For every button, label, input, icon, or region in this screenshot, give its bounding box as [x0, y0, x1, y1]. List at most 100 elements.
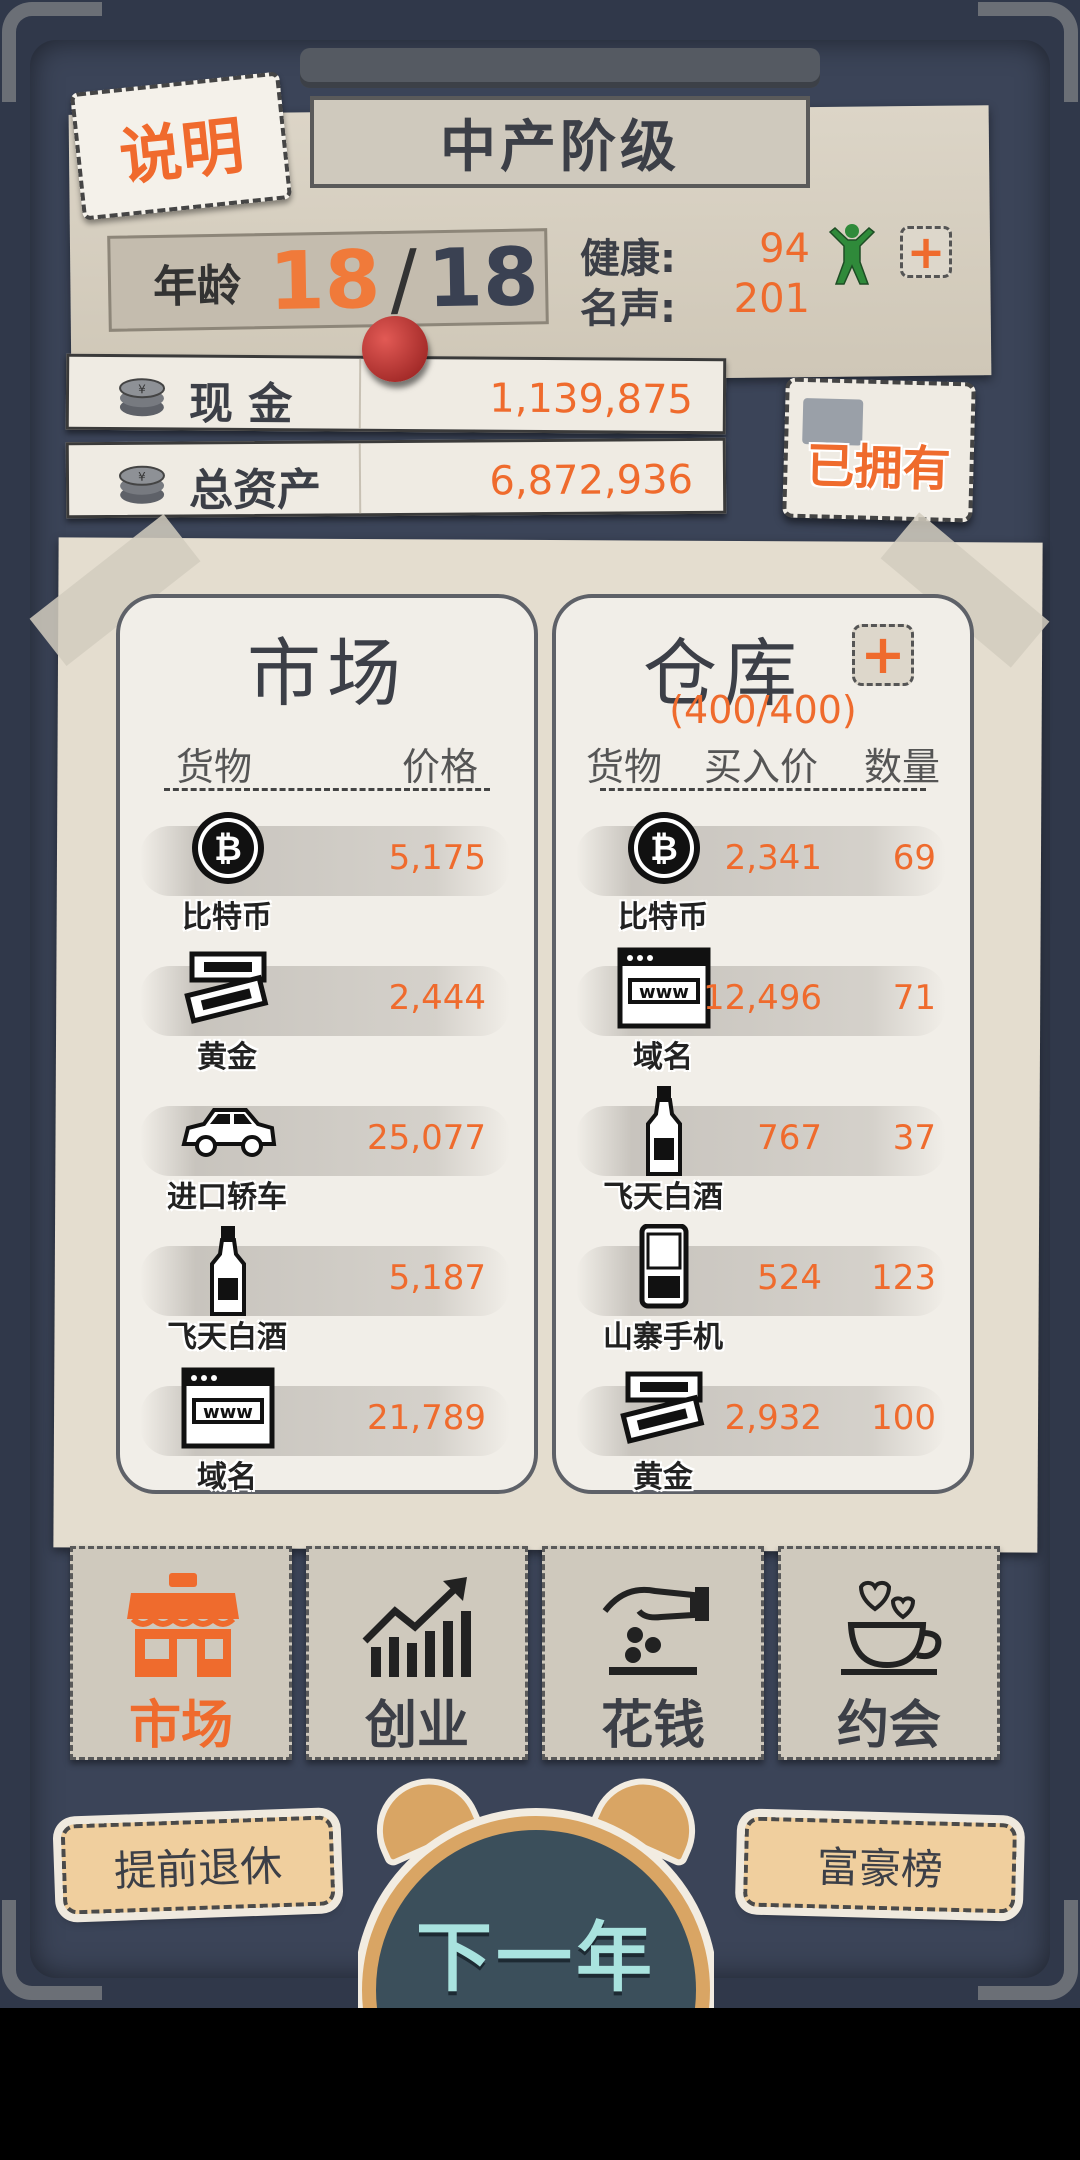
frame-corner — [978, 2, 1078, 102]
add-health-button[interactable]: + — [900, 226, 952, 278]
item-buy-price: 12,496 — [703, 978, 822, 1018]
retire-early-button[interactable]: 提前退休 — [60, 1815, 336, 1915]
class-plate: 中产阶级 — [300, 48, 820, 188]
tab-market[interactable]: 市场 — [70, 1546, 292, 1760]
storage-col-qty: 数量 — [863, 745, 940, 789]
owned-label: 已拥有 — [805, 438, 952, 498]
market-col-goods: 货物 — [176, 745, 253, 789]
item-name: 比特币 — [618, 900, 708, 935]
item-quantity: 123 — [871, 1258, 936, 1298]
age-max: 18 — [426, 229, 540, 325]
age-separator: / — [389, 231, 419, 326]
item-price: 25,077 — [367, 1118, 486, 1158]
push-pin-icon — [362, 316, 428, 382]
frame-corner — [978, 1900, 1078, 2000]
tab-date[interactable]: 约会 — [778, 1546, 1000, 1760]
age-current: 18 — [268, 232, 382, 328]
fame-stat: 名声: 201 — [580, 276, 810, 334]
storage-row[interactable]: 飞天白酒 767 37 — [556, 1076, 970, 1216]
item-name: 比特币 — [182, 900, 272, 935]
market-col-price: 价格 — [401, 745, 478, 789]
plate-rod — [300, 48, 820, 88]
liquor-bottle-icon — [646, 1086, 682, 1176]
age-label: 年龄 — [152, 260, 242, 314]
svg-text:¥: ¥ — [138, 382, 146, 396]
bitcoin-icon: ₿ — [628, 812, 700, 884]
assets-label: 总资产 — [188, 464, 322, 517]
bitcoin-icon: ₿ — [192, 812, 264, 884]
storage-col-buy-price: 买入价 — [704, 745, 819, 789]
spend-coins-icon — [602, 1587, 709, 1675]
tab-label: 花钱 — [600, 1696, 705, 1756]
svg-text:₿: ₿ — [214, 829, 242, 869]
item-quantity: 71 — [892, 978, 936, 1018]
item-name: 域名 — [633, 1040, 693, 1075]
market-row[interactable]: 黄金 2,444 — [120, 936, 534, 1076]
next-year-label: 下一年 — [416, 1913, 656, 2002]
frame-corner — [2, 2, 102, 102]
item-quantity: 69 — [892, 838, 936, 878]
person-health-icon — [828, 224, 876, 285]
storage-row[interactable]: 山寨手机 524 123 — [556, 1216, 970, 1356]
storage-row[interactable]: www 域名 12,496 71 — [556, 936, 970, 1076]
gold-bar-icon — [620, 1371, 705, 1444]
item-buy-price: 2,932 — [724, 1398, 822, 1438]
svg-text:www: www — [203, 1402, 253, 1423]
item-name: 黄金 — [633, 1460, 693, 1495]
coin-stack-icon: ¥ — [119, 378, 166, 417]
rich-list-button[interactable]: 富豪榜 — [742, 1816, 1018, 1914]
item-price: 2,444 — [388, 978, 486, 1018]
item-name: 黄金 — [197, 1040, 257, 1075]
assets-coin-icon: ¥ — [118, 465, 165, 504]
market-row[interactable]: www 域名 21,789 — [120, 1356, 534, 1496]
item-price: 21,789 — [367, 1398, 486, 1438]
market-title: 市场 — [247, 631, 407, 717]
market-row[interactable]: 进口轿车 25,077 — [120, 1076, 534, 1216]
storage-capacity: (400/400) — [669, 688, 857, 732]
cash-value: 1,139,875 — [489, 375, 694, 424]
coffee-hearts-icon — [841, 1580, 942, 1675]
item-name: 域名 — [197, 1460, 257, 1495]
item-name: 进口轿车 — [167, 1180, 287, 1215]
assets-row: ¥ 总资产 6,872,936 — [65, 437, 727, 519]
item-name: 飞天白酒 — [167, 1320, 287, 1355]
help-button[interactable]: 说明 — [69, 71, 293, 221]
domain-www-icon: www — [617, 947, 711, 1029]
gold-bar-icon — [184, 951, 269, 1024]
market-row[interactable]: ₿ 比特币 5,175 — [120, 796, 534, 936]
expand-storage-button[interactable]: + — [852, 624, 914, 686]
storage-row[interactable]: ₿ 比特币 2,341 69 — [556, 796, 970, 936]
next-year-button[interactable]: 下一年 — [358, 1776, 714, 2008]
storage-row[interactable]: 黄金 2,932 100 — [556, 1356, 970, 1496]
game-board: 中产阶级 说明 年龄 18 / 18 健康: 94 名声: 201 + ¥ 现 … — [0, 0, 1080, 2008]
divider — [358, 443, 362, 514]
frame-corner — [2, 1900, 102, 2000]
car-icon — [181, 1108, 277, 1157]
tab-spend[interactable]: 花钱 — [542, 1546, 764, 1760]
item-buy-price: 524 — [757, 1258, 822, 1298]
bottom-nav: 市场 创业 花钱 约会 — [70, 1546, 1004, 1760]
class-title: 中产阶级 — [310, 96, 810, 188]
item-buy-price: 2,341 — [724, 838, 822, 878]
liquor-bottle-icon — [210, 1226, 246, 1316]
market-row[interactable]: 飞天白酒 5,187 — [120, 1216, 534, 1356]
owned-items-button[interactable]: 已拥有 — [782, 377, 976, 523]
cash-label: 现 金 — [188, 378, 293, 431]
growth-chart-icon — [362, 1577, 471, 1677]
domain-www-icon: www — [181, 1367, 275, 1449]
tab-startup[interactable]: 创业 — [306, 1546, 528, 1760]
assets-value: 6,872,936 — [489, 456, 694, 505]
divider — [358, 358, 362, 429]
storage-panel: 仓库 + (400/400) 货物 买入价 数量 ₿ 比特币 2,341 69 … — [552, 594, 974, 1496]
fame-value: 201 — [733, 276, 810, 322]
item-buy-price: 767 — [757, 1118, 822, 1158]
market-panel: 市场 货物 价格 ₿ 比特币 5,175 黄金 2,444 进口轿车 25,07… — [116, 594, 538, 1496]
item-name: 山寨手机 — [603, 1320, 723, 1355]
svg-text:www: www — [639, 982, 689, 1003]
fame-label: 名声: — [580, 286, 676, 332]
svg-text:₿: ₿ — [650, 829, 678, 869]
item-name: 飞天白酒 — [603, 1180, 723, 1215]
age-box: 年龄 18 / 18 — [107, 228, 549, 332]
svg-text:¥: ¥ — [138, 470, 146, 484]
tab-label: 市场 — [128, 1696, 233, 1756]
